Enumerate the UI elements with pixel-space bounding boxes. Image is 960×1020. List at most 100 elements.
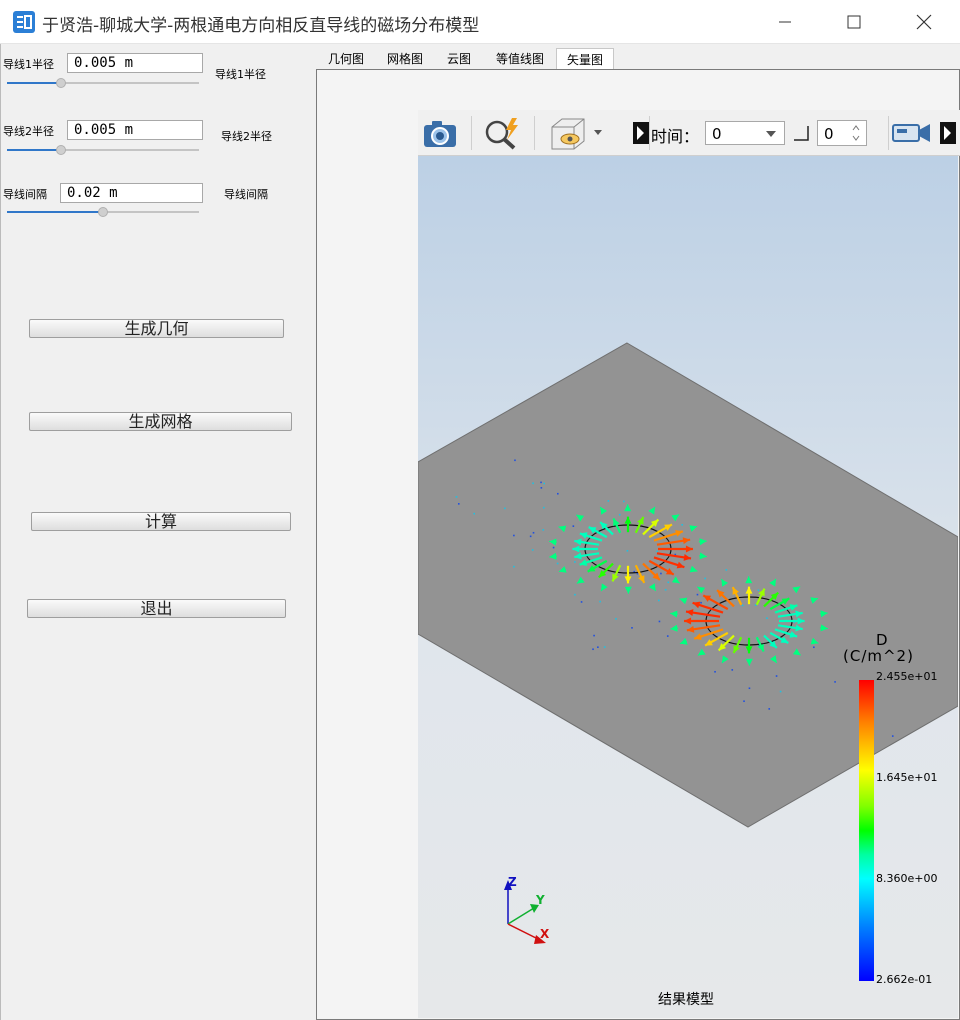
legend-unit: (C/m^2)	[843, 647, 914, 665]
field-sample-dot	[813, 646, 815, 649]
exit-button[interactable]: 退出	[27, 599, 286, 618]
time-select[interactable]: 0	[705, 121, 785, 145]
toolbar-expand-icon[interactable]	[633, 122, 649, 144]
field-sample-dot	[768, 708, 771, 710]
field-sample-dot	[623, 500, 625, 503]
field-sample-dot	[834, 681, 836, 683]
legend-tick-min: 2.662e-01	[876, 973, 933, 986]
step-spinbox[interactable]: 0	[817, 120, 867, 146]
field-sample-dot	[754, 604, 757, 606]
3d-viewport[interactable]: Z Y X	[418, 156, 958, 1018]
field-sample-dot	[748, 687, 751, 690]
time-select-value: 0	[712, 125, 722, 143]
generate-geometry-button[interactable]: 生成几何	[29, 319, 284, 338]
field-sample-dot	[599, 600, 601, 603]
field-sample-dot	[615, 617, 617, 620]
slider-thumb[interactable]	[55, 78, 66, 88]
field-sample-dot	[543, 482, 545, 485]
field-sample-dot	[658, 599, 660, 602]
wire-gap-slider[interactable]	[7, 205, 199, 219]
field-sample-dot	[556, 562, 559, 565]
vector-field-plot: Z Y X	[418, 342, 958, 944]
field-sample-dot	[529, 535, 532, 538]
ground-plate	[418, 342, 958, 828]
field-sample-dot	[557, 492, 559, 495]
field-sample-dot	[700, 601, 702, 604]
field-sample-dot	[574, 593, 576, 596]
parameter-panel: 导线1半径 0.005 m 导线1半径 导线2半径 0.005 m 导线2半径 …	[0, 44, 316, 1020]
camera-video-icon[interactable]	[892, 121, 932, 145]
wire-gap-label: 导线间隔	[3, 188, 47, 201]
field-sample-dot	[667, 581, 670, 584]
viewer-toolbar: 时间： 0 0	[418, 110, 960, 156]
field-sample-dot	[626, 549, 629, 552]
tab-vector[interactable]: 矢量图	[556, 48, 614, 70]
app-logo-icon	[13, 11, 35, 33]
compute-button[interactable]: 计算	[31, 512, 291, 531]
axis-y-label: Y	[535, 893, 545, 907]
wire1-radius-input[interactable]: 0.005 m	[67, 53, 203, 73]
spin-arrows-icon[interactable]	[852, 124, 860, 142]
field-sample-dot	[457, 503, 460, 505]
tab-contour[interactable]: 等值线图	[484, 48, 556, 70]
legend-tick-max: 2.455e+01	[876, 670, 938, 683]
field-sample-dot	[504, 507, 506, 510]
visibility-box-icon[interactable]	[546, 115, 608, 151]
field-sample-dot	[779, 690, 782, 693]
maximize-icon	[847, 15, 861, 29]
slider-thumb[interactable]	[98, 207, 108, 217]
field-sample-dot	[631, 627, 633, 629]
tab-mesh[interactable]: 网格图	[376, 48, 434, 70]
wire2-radius-input[interactable]: 0.005 m	[67, 120, 203, 140]
field-sample-dot	[656, 550, 658, 553]
field-sample-dot	[572, 525, 575, 527]
field-sample-dot	[473, 512, 476, 515]
field-sample-dot	[714, 670, 716, 673]
title-bar: 于贤浩-聊城大学-两根通电方向相反直导线的磁场分布模型	[0, 0, 960, 44]
field-sample-dot	[542, 506, 545, 509]
zoom-lightning-icon[interactable]	[482, 116, 522, 150]
field-sample-dot	[592, 648, 594, 651]
tab-cloud[interactable]: 云图	[436, 48, 482, 70]
step-spinbox-value: 0	[824, 125, 834, 143]
field-sample-dot	[681, 523, 683, 526]
field-sample-dot	[593, 634, 595, 637]
toolbar-expand-icon[interactable]	[940, 122, 956, 144]
field-sample-dot	[513, 534, 515, 537]
field-sample-dot	[775, 675, 778, 677]
window-title: 于贤浩-聊城大学-两根通电方向相反直导线的磁场分布模型	[42, 16, 480, 36]
field-sample-dot	[731, 669, 734, 671]
wire-gap-input[interactable]: 0.02 m	[60, 183, 203, 203]
legend-tick-lower: 8.360e+00	[876, 872, 938, 885]
field-sample-dot	[618, 513, 621, 516]
field-sample-dot	[540, 481, 542, 484]
wire1-radius-slider[interactable]	[7, 76, 199, 90]
field-sample-dot	[664, 588, 667, 591]
field-sample-dot	[757, 589, 760, 592]
wire-gap-side-label: 导线间隔	[224, 188, 268, 201]
step-marker-icon	[794, 126, 809, 141]
result-model-caption: 结果模型	[658, 992, 714, 1008]
maximize-button[interactable]	[819, 0, 889, 44]
field-sample-dot	[766, 617, 768, 619]
field-sample-dot	[455, 496, 458, 498]
field-sample-dot	[704, 577, 706, 580]
wire2-radius-label: 导线2半径	[3, 125, 54, 138]
wire1-radius-label: 导线1半径	[3, 58, 54, 71]
tab-geometry[interactable]: 几何图	[318, 48, 374, 70]
camera-icon[interactable]	[422, 117, 458, 149]
minimize-button[interactable]	[750, 0, 820, 44]
axis-z-label: Z	[508, 875, 517, 889]
chevron-down-icon	[766, 131, 776, 137]
minimize-icon	[779, 21, 791, 23]
field-sample-dot	[696, 593, 699, 596]
close-button[interactable]	[889, 0, 959, 44]
wire2-radius-slider[interactable]	[7, 143, 199, 157]
slider-thumb[interactable]	[55, 145, 66, 155]
generate-mesh-button[interactable]: 生成网格	[29, 412, 292, 431]
wire2-radius-side-label: 导线2半径	[221, 130, 272, 143]
time-label: 时间：	[651, 127, 700, 146]
field-sample-dot	[607, 500, 610, 502]
field-sample-dot	[666, 635, 669, 637]
field-sample-dot	[532, 482, 534, 485]
